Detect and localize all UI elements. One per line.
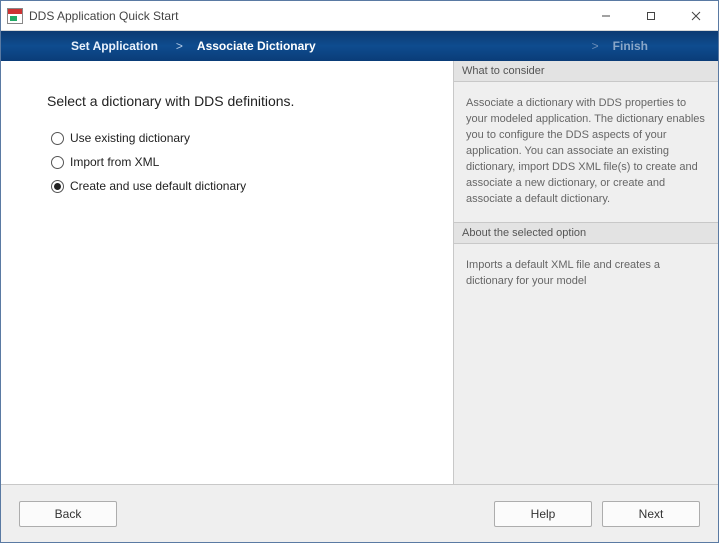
- wizard-window: DDS Application Quick Start Set Applicat…: [0, 0, 719, 543]
- help-button[interactable]: Help: [494, 501, 592, 527]
- window-controls: [583, 1, 718, 30]
- option-create-default[interactable]: Create and use default dictionary: [51, 179, 429, 193]
- footer: Back Help Next: [1, 484, 718, 542]
- next-button[interactable]: Next: [602, 501, 700, 527]
- back-button[interactable]: Back: [19, 501, 117, 527]
- radio-icon: [51, 132, 64, 145]
- side-body-about: Imports a default XML file and creates a…: [454, 244, 718, 484]
- option-label: Import from XML: [70, 155, 159, 169]
- step-bar: Set Application > Associate Dictionary >…: [1, 31, 718, 61]
- side-header-consider: What to consider: [454, 61, 718, 82]
- side-body-consider: Associate a dictionary with DDS properti…: [454, 82, 718, 222]
- minimize-button[interactable]: [583, 1, 628, 30]
- app-icon: [7, 8, 23, 24]
- maximize-button[interactable]: [628, 1, 673, 30]
- step-finish[interactable]: Finish: [613, 39, 648, 53]
- option-import-xml[interactable]: Import from XML: [51, 155, 429, 169]
- option-label: Use existing dictionary: [70, 131, 190, 145]
- option-label: Create and use default dictionary: [70, 179, 246, 193]
- step-associate-dictionary[interactable]: Associate Dictionary: [197, 39, 316, 53]
- side-panel: What to consider Associate a dictionary …: [453, 61, 718, 484]
- dictionary-options: Use existing dictionary Import from XML …: [51, 131, 429, 193]
- page-heading: Select a dictionary with DDS definitions…: [47, 93, 429, 109]
- step-set-application[interactable]: Set Application: [71, 39, 158, 53]
- radio-icon: [51, 180, 64, 193]
- radio-icon: [51, 156, 64, 169]
- option-use-existing[interactable]: Use existing dictionary: [51, 131, 429, 145]
- window-title: DDS Application Quick Start: [29, 9, 178, 23]
- chevron-right-icon: >: [592, 39, 599, 53]
- chevron-right-icon: >: [176, 39, 183, 53]
- content-area: Select a dictionary with DDS definitions…: [1, 61, 718, 484]
- titlebar: DDS Application Quick Start: [1, 1, 718, 31]
- main-panel: Select a dictionary with DDS definitions…: [1, 61, 453, 484]
- side-header-about: About the selected option: [454, 222, 718, 244]
- close-button[interactable]: [673, 1, 718, 30]
